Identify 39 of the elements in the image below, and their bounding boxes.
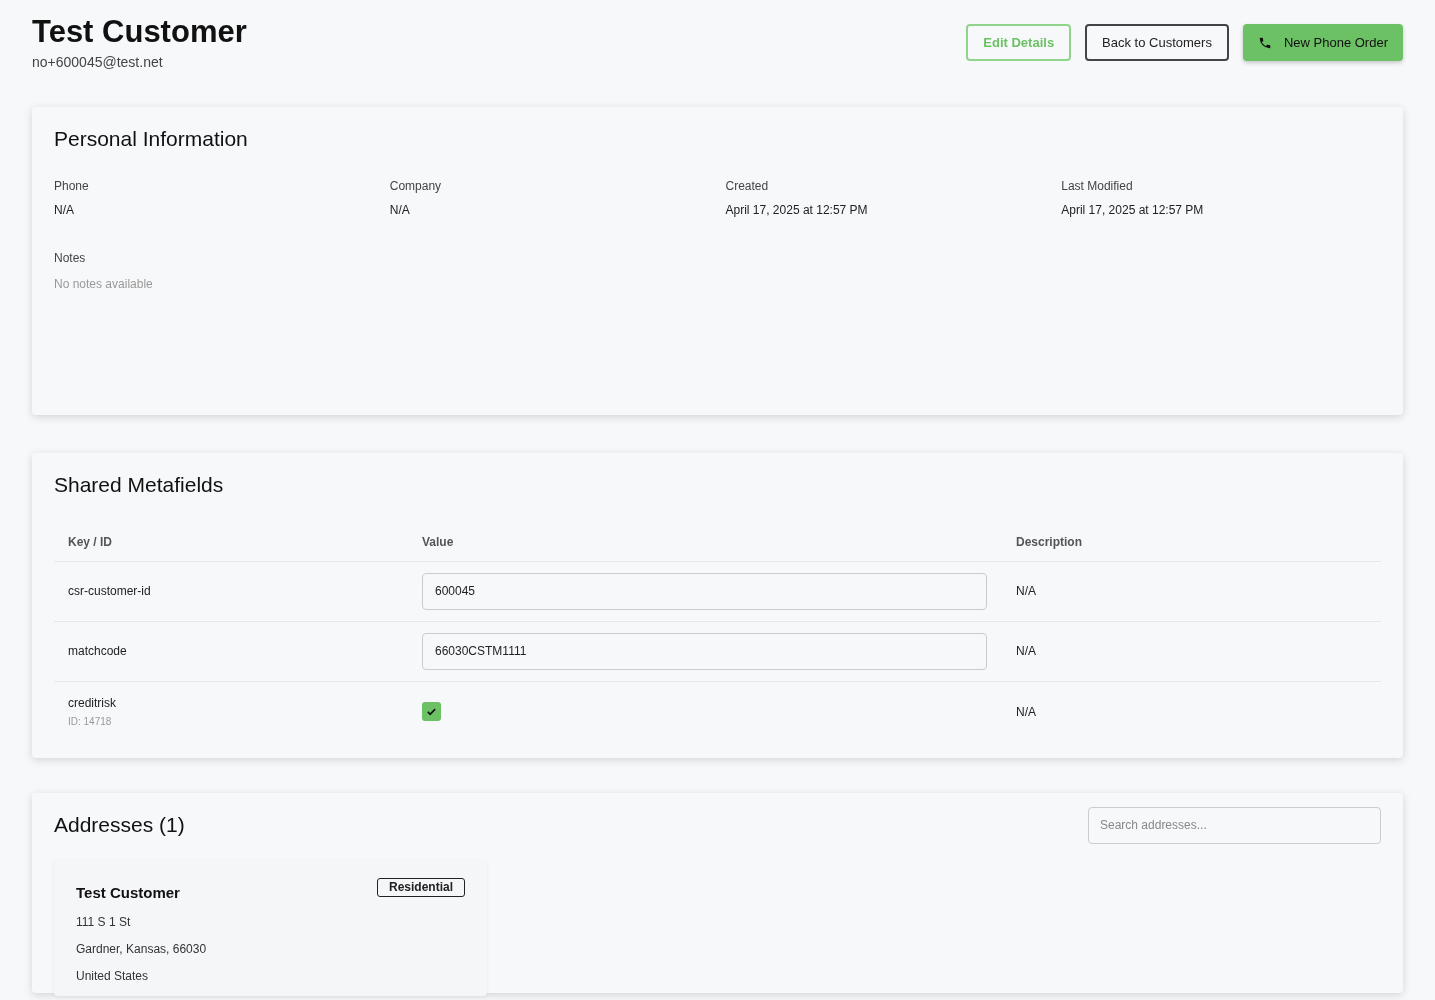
field-label: Notes — [54, 249, 87, 267]
metafield-key: csr-customer-id — [68, 582, 422, 600]
value-field[interactable]: 600045 — [422, 572, 987, 610]
address-name: Test Customer — [76, 882, 180, 903]
checkmark-icon — [426, 706, 437, 717]
section-title: Personal Information — [54, 126, 249, 152]
column-header: Description — [1016, 533, 1083, 551]
field-value: April 17, 2025 at 12:57 PM — [1061, 201, 1205, 219]
value-field[interactable]: 66030CSTM1111 — [422, 632, 987, 670]
checkbox[interactable] — [422, 702, 441, 721]
column-header: Value — [422, 533, 455, 551]
metafield-description: N/A — [1016, 703, 1037, 721]
section-title: Shared Metafields — [54, 472, 225, 498]
metafield-key: creditrisk — [68, 694, 422, 712]
address-line: United States — [76, 968, 150, 985]
new-order-button[interactable]: New Phone Order — [1242, 24, 1403, 61]
field-label: Phone — [54, 177, 90, 195]
metafield-key: matchcode — [68, 642, 422, 660]
field-value: N/A — [389, 201, 411, 219]
address-tag: Residential — [376, 877, 465, 897]
phone-icon — [1257, 35, 1272, 50]
customer-email: no+600045@test.net — [32, 53, 164, 72]
notes-text: No notes available — [54, 275, 154, 293]
search-field[interactable]: Search addresses... — [1088, 806, 1381, 844]
section-title: Addresses (1) — [54, 812, 185, 839]
address-card[interactable]: Test Customer Residential 111 S 1 St Gardner, Kansas, 66030 United States — [54, 859, 487, 996]
column-header: Key / ID — [68, 533, 113, 551]
field-label: Last Modified — [1061, 177, 1134, 195]
metafield-description: N/A — [1016, 583, 1037, 600]
address-line: 111 S 1 St — [76, 914, 132, 931]
customer-name: Test Customer — [32, 13, 247, 51]
field-value: April 17, 2025 at 12:57 PM — [725, 201, 869, 219]
address-line: Gardner, Kansas, 66030 — [76, 941, 208, 958]
field-value: N/A — [54, 201, 75, 219]
field-label: Company — [389, 177, 443, 195]
metafield-id: ID: 14718 — [68, 715, 113, 729]
back-button[interactable]: Back to Customers — [1085, 24, 1229, 61]
metafield-description: N/A — [1016, 643, 1037, 660]
field-label: Created — [725, 177, 770, 195]
